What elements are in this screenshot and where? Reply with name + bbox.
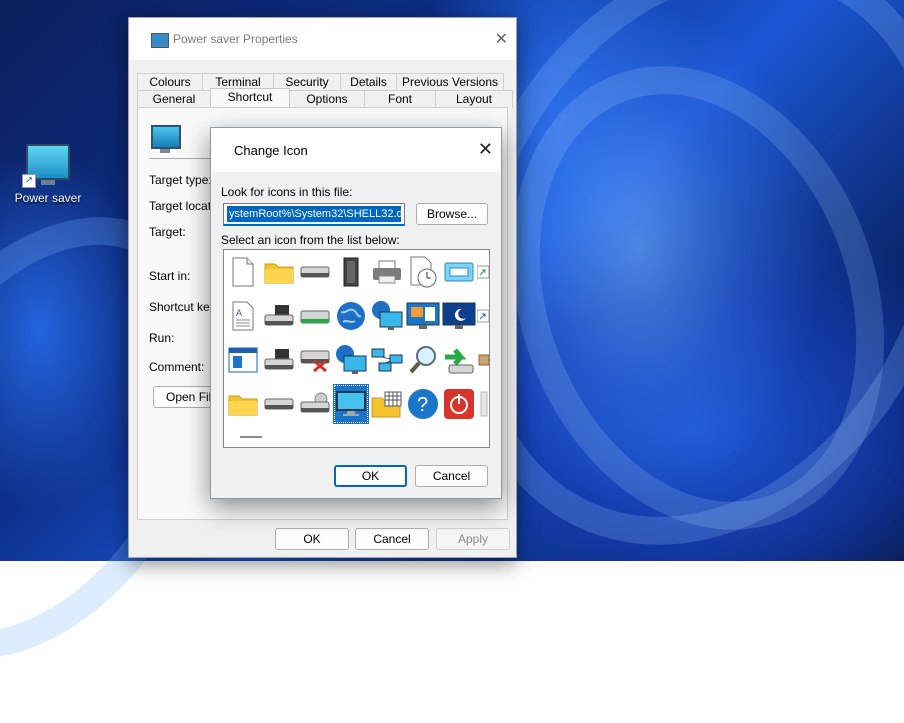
properties-title: Power saver Properties xyxy=(173,32,298,46)
disconnected-drive-icon[interactable] xyxy=(297,340,333,380)
icon-file-path-input[interactable]: ystemRoot%\System32\SHELL32.dll xyxy=(223,203,405,226)
text-document-icon[interactable]: A xyxy=(225,296,261,336)
removable-drive-icon[interactable] xyxy=(297,296,333,336)
control-panel-monitor-icon[interactable] xyxy=(405,296,441,336)
monitor-icon[interactable] xyxy=(333,384,369,424)
look-for-label: Look for icons in this file: xyxy=(221,185,353,199)
desktop-shortcut-power-saver[interactable]: ↗ Power saver xyxy=(14,142,82,205)
partial-icon[interactable] xyxy=(477,384,489,424)
divider xyxy=(149,158,211,159)
recycle-arrow-icon[interactable] xyxy=(441,340,477,380)
blank-document-icon[interactable] xyxy=(225,252,261,292)
drive-icon[interactable] xyxy=(261,384,297,424)
clock-document-icon[interactable] xyxy=(405,252,441,292)
change-icon-dialog: Change Icon ✕ Look for icons in this fil… xyxy=(210,127,502,499)
icon-list[interactable]: A ? xyxy=(223,249,490,448)
change-icon-cancel-button[interactable]: Cancel xyxy=(415,465,488,487)
apply-button[interactable]: Apply xyxy=(436,528,510,550)
tab-details[interactable]: Details xyxy=(340,73,397,91)
folder-icon[interactable] xyxy=(225,384,261,424)
shortcut-partial-icon[interactable] xyxy=(477,252,489,292)
close-icon[interactable]: ✕ xyxy=(478,139,493,160)
monitor-stand xyxy=(41,180,55,185)
help-icon[interactable]: ? xyxy=(405,384,441,424)
cancel-button[interactable]: Cancel xyxy=(355,528,429,550)
tab-options[interactable]: Options xyxy=(289,90,365,108)
shortcut-app-icon xyxy=(151,33,169,48)
search-magnifier-icon[interactable] xyxy=(405,340,441,380)
tab-row-back: Colours Terminal Security Details Previo… xyxy=(137,73,504,91)
change-icon-ok-button[interactable]: OK xyxy=(334,465,407,487)
window-document-icon[interactable] xyxy=(225,340,261,380)
close-icon[interactable]: ✕ xyxy=(495,29,508,49)
desktop-shortcut-label: Power saver xyxy=(14,191,82,205)
folder-grid-icon[interactable] xyxy=(369,384,405,424)
app-window-icon[interactable] xyxy=(441,252,477,292)
properties-titlebar: Power saver Properties ✕ xyxy=(129,18,516,60)
network-icon[interactable] xyxy=(369,340,405,380)
tab-row-front: General Shortcut Options Font Layout xyxy=(137,88,513,109)
comment-label: Comment: xyxy=(149,360,205,374)
svg-text:A: A xyxy=(236,308,242,318)
sleep-monitor-icon[interactable] xyxy=(441,296,477,336)
run-label: Run: xyxy=(149,331,175,345)
shortcut-partial-icon[interactable] xyxy=(477,296,489,336)
box-partial-icon[interactable] xyxy=(477,340,489,380)
tab-shortcut[interactable]: Shortcut xyxy=(210,88,290,109)
monitor-stand xyxy=(160,149,170,153)
target-label: Target: xyxy=(149,225,186,239)
target-type-label: Target type: xyxy=(149,173,212,187)
tab-general[interactable]: General xyxy=(137,90,211,108)
folder-icon[interactable] xyxy=(261,252,297,292)
horizontal-scrollbar[interactable] xyxy=(240,436,262,438)
floppy-drive-icon[interactable] xyxy=(261,340,297,380)
select-icon-label: Select an icon from the list below: xyxy=(221,233,400,247)
icon-file-path-text: ystemRoot%\System32\SHELL32.dll xyxy=(227,206,401,222)
monitor-icon xyxy=(151,125,181,149)
shortcut-key-label: Shortcut key: xyxy=(149,300,220,314)
drive-icon[interactable] xyxy=(297,252,333,292)
memory-chip-icon[interactable] xyxy=(333,252,369,292)
tab-previous-versions[interactable]: Previous Versions xyxy=(396,73,504,91)
network-globe-icon[interactable] xyxy=(333,340,369,380)
start-in-label: Start in: xyxy=(149,269,191,283)
change-icon-titlebar: Change Icon ✕ xyxy=(211,128,501,172)
globe-icon[interactable] xyxy=(333,296,369,336)
power-icon[interactable] xyxy=(441,384,477,424)
browse-button[interactable]: Browse... xyxy=(416,203,488,225)
change-icon-title: Change Icon xyxy=(234,143,308,158)
floppy-drive-icon[interactable] xyxy=(261,296,297,336)
printer-icon[interactable] xyxy=(369,252,405,292)
tab-layout[interactable]: Layout xyxy=(435,90,513,108)
tab-colours[interactable]: Colours xyxy=(137,73,203,91)
tab-font[interactable]: Font xyxy=(364,90,436,108)
network-globe-monitor-icon[interactable] xyxy=(369,296,405,336)
svg-text:?: ? xyxy=(417,394,428,416)
cd-drive-icon[interactable] xyxy=(297,384,333,424)
ok-button[interactable]: OK xyxy=(275,528,349,550)
shortcut-arrow-icon: ↗ xyxy=(22,174,36,188)
